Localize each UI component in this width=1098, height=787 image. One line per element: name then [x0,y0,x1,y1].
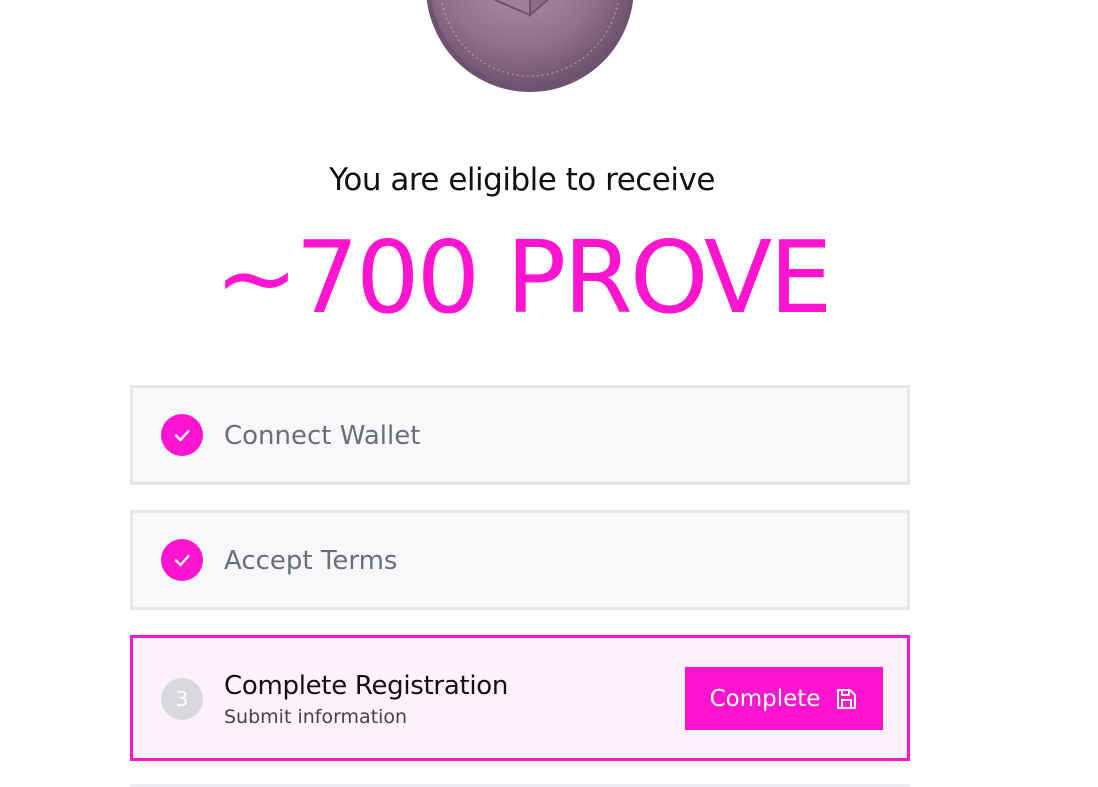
step-subtitle: Submit information [224,706,408,728]
check-icon [161,414,203,456]
eligibility-heading: You are eligible to receive [329,162,715,198]
complete-button-label: Complete [709,685,821,712]
step-accept-terms: Accept Terms [130,510,910,610]
check-icon [161,539,203,581]
step-number: 3 [161,678,203,720]
save-icon [837,688,857,709]
token-amount: ~700 PROVE [214,219,833,336]
complete-button[interactable]: Complete [685,667,883,730]
registration-page: You are eligible to receive ~700 PROVE C… [0,0,1098,787]
step-connect-wallet: Connect Wallet [130,385,910,485]
step-title: Complete Registration [224,671,509,701]
coin-illustration [426,0,634,92]
step-label: Connect Wallet [224,421,421,451]
step-complete-registration: 3 Complete Registration Submit informati… [130,635,910,761]
step-label: Accept Terms [224,546,398,576]
